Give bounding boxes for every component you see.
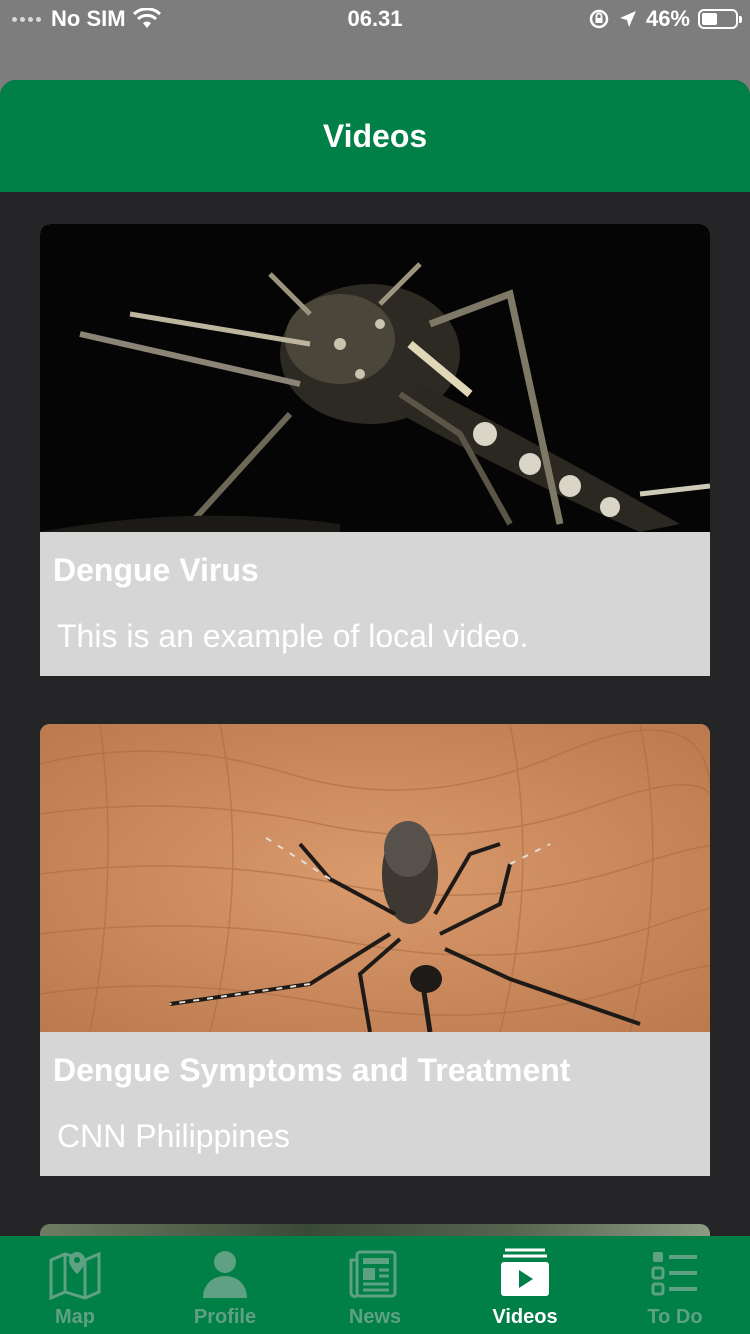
video-subtitle: This is an example of local video.: [57, 618, 529, 654]
video-info: Dengue Virus This is an example of local…: [40, 532, 710, 676]
page-title: Videos: [322, 117, 428, 154]
status-bar: No SIM 06.31 46%: [0, 0, 750, 40]
video-thumbnail[interactable]: [40, 224, 710, 532]
nav-bar: Videos: [0, 80, 750, 192]
tab-news[interactable]: News: [300, 1236, 450, 1334]
tab-todo[interactable]: To Do: [600, 1236, 750, 1334]
tab-profile[interactable]: Profile: [150, 1236, 300, 1334]
video-subtitle: CNN Philippines: [57, 1118, 290, 1154]
tab-label: To Do: [647, 1306, 703, 1328]
newspaper-icon: [349, 1250, 397, 1299]
tab-label: Map: [55, 1306, 95, 1328]
map-icon: [49, 1251, 101, 1301]
mosquito-on-skin-image: [40, 724, 710, 1032]
person-icon: [203, 1251, 247, 1298]
battery-icon: [698, 9, 742, 29]
video-title: Dengue Virus: [53, 552, 259, 588]
video-list[interactable]: Dengue Virus This is an example of local…: [0, 192, 750, 1334]
video-info: Dengue Symptoms and Treatment CNN Philip…: [40, 1032, 710, 1176]
videos-sheet: Videos Dengue Virus This is an example o…: [0, 80, 750, 1334]
rotation-lock-icon: [589, 9, 609, 29]
tab-map[interactable]: Map: [0, 1236, 150, 1334]
video-icon: [501, 1248, 549, 1296]
tab-label: Profile: [193, 1306, 257, 1328]
location-icon: [619, 11, 636, 27]
status-right: 46%: [588, 6, 742, 32]
video-thumbnail[interactable]: [40, 724, 710, 1032]
video-card[interactable]: Dengue Symptoms and Treatment CNN Philip…: [40, 724, 710, 1176]
video-card[interactable]: Dengue Virus This is an example of local…: [40, 224, 710, 676]
video-title: Dengue Symptoms and Treatment: [53, 1052, 571, 1088]
tab-label: News: [348, 1306, 402, 1328]
checklist-icon: [651, 1252, 697, 1296]
tab-bar: Map Profile News Videos To Do: [0, 1236, 750, 1334]
tab-label: Videos: [492, 1306, 558, 1328]
battery-percent: 46%: [645, 6, 690, 31]
mosquito-closeup-image: [40, 224, 710, 532]
tab-videos[interactable]: Videos: [450, 1236, 600, 1334]
